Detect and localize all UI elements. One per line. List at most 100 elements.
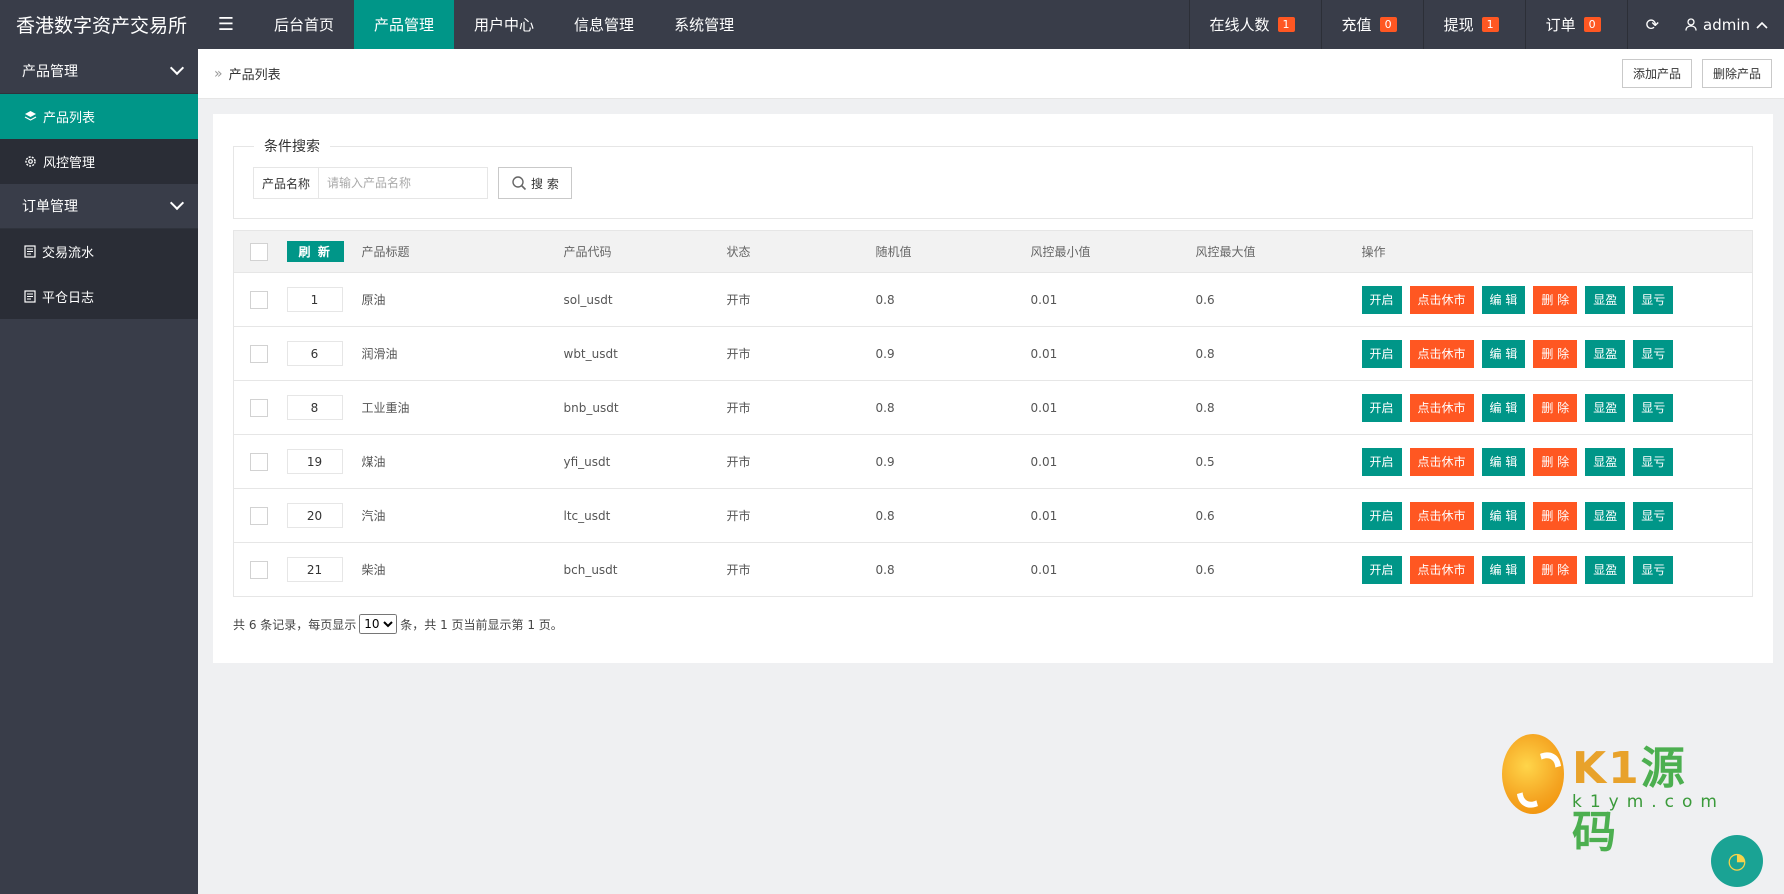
edit-button[interactable]: 编 辑 <box>1481 393 1526 422</box>
sort-input[interactable] <box>286 395 343 420</box>
delete-product-button[interactable]: 删除产品 <box>1701 59 1772 88</box>
sort-input[interactable] <box>286 503 343 528</box>
search-icon <box>512 176 527 191</box>
sidebar-group-product[interactable]: 产品管理 <box>0 49 198 94</box>
row-checkbox[interactable] <box>250 290 268 309</box>
close-market-button[interactable]: 点击休市 <box>1409 501 1474 530</box>
cell-max: 0.6 <box>1194 272 1361 327</box>
delete-button[interactable]: 删 除 <box>1533 339 1578 368</box>
chevron-up-icon <box>1756 21 1768 29</box>
recharge-label: 充值 <box>1341 16 1372 34</box>
nav-product[interactable]: 产品管理 <box>354 0 455 49</box>
nav-system[interactable]: 系统管理 <box>654 0 754 49</box>
delete-button[interactable]: 删 除 <box>1533 393 1578 422</box>
recharge-count[interactable]: 充值 0 <box>1320 0 1423 49</box>
show-profit-button[interactable]: 显盈 <box>1585 339 1626 368</box>
order-count[interactable]: 订单 0 <box>1524 0 1627 49</box>
open-button[interactable]: 开启 <box>1361 447 1402 476</box>
close-market-button[interactable]: 点击休市 <box>1409 393 1474 422</box>
online-badge: 1 <box>1277 17 1295 32</box>
row-checkbox[interactable] <box>250 344 268 363</box>
open-button[interactable]: 开启 <box>1361 285 1402 314</box>
row-actions: 开启 点击休市编 辑删 除显盈 显亏 <box>1361 393 1752 422</box>
sidebar-item-product-list[interactable]: 产品列表 <box>0 94 198 139</box>
edit-button[interactable]: 编 辑 <box>1481 339 1526 368</box>
sort-input[interactable] <box>286 449 343 474</box>
main-card: 条件搜索 产品名称 搜 索 刷 新 产品标题 产品代码 状态 随机值 风控最小值… <box>213 114 1773 663</box>
show-profit-button[interactable]: 显盈 <box>1585 501 1626 530</box>
cell-code: bnb_usdt <box>562 380 726 435</box>
col-code: 产品代码 <box>562 230 726 273</box>
edit-button[interactable]: 编 辑 <box>1481 501 1526 530</box>
cell-status: 开市 <box>725 272 875 327</box>
edit-button[interactable]: 编 辑 <box>1481 447 1526 476</box>
sort-input[interactable] <box>286 341 343 366</box>
row-select-cell <box>233 542 286 597</box>
sidebar-group-order[interactable]: 订单管理 <box>0 184 198 229</box>
sidebar-group-label: 产品管理 <box>22 64 78 80</box>
sort-cell <box>285 326 361 381</box>
nav-user[interactable]: 用户中心 <box>454 0 554 49</box>
nav-info[interactable]: 信息管理 <box>554 0 654 49</box>
open-button[interactable]: 开启 <box>1361 501 1402 530</box>
open-button[interactable]: 开启 <box>1361 339 1402 368</box>
product-name-label: 产品名称 <box>254 168 320 198</box>
sidebar-item-risk[interactable]: 风控管理 <box>0 139 198 184</box>
cell-title: 工业重油 <box>360 380 563 435</box>
edit-button[interactable]: 编 辑 <box>1481 555 1526 584</box>
per-page-select[interactable]: 10 <box>359 614 398 634</box>
row-checkbox[interactable] <box>250 398 268 417</box>
chevron-down-icon <box>169 195 185 211</box>
pagination: 共 6 条记录，每页显示 10 条，共 1 页当前显示第 1 页。 <box>233 614 563 634</box>
edit-button[interactable]: 编 辑 <box>1481 285 1526 314</box>
delete-button[interactable]: 删 除 <box>1533 285 1578 314</box>
show-profit-button[interactable]: 显盈 <box>1585 393 1626 422</box>
user-menu[interactable]: admin <box>1677 0 1784 49</box>
online-count[interactable]: 在线人数 1 <box>1188 0 1321 49</box>
close-market-button[interactable]: 点击休市 <box>1409 555 1474 584</box>
row-checkbox[interactable] <box>250 452 268 471</box>
cell-code: ltc_usdt <box>562 488 726 543</box>
select-all-checkbox[interactable] <box>250 242 268 261</box>
add-product-button[interactable]: 添加产品 <box>1621 59 1692 88</box>
refresh-icon[interactable]: ⟳ <box>1626 0 1677 49</box>
row-checkbox[interactable] <box>250 506 268 525</box>
menu-toggle-icon[interactable]: ☰ <box>198 0 254 49</box>
show-profit-button[interactable]: 显盈 <box>1585 447 1626 476</box>
show-profit-button[interactable]: 显盈 <box>1585 555 1626 584</box>
watermark-logo: K1源码 k1ym.com <box>1502 732 1722 858</box>
nav-home[interactable]: 后台首页 <box>254 0 354 49</box>
table-row: 柴油 bch_usdt 开市 0.8 0.01 0.6 开启点击休市编 辑删 除… <box>233 542 1753 597</box>
delete-button[interactable]: 删 除 <box>1533 447 1578 476</box>
sound-wave-icon[interactable]: ◔ <box>1711 835 1763 887</box>
close-market-button[interactable]: 点击休市 <box>1409 285 1474 314</box>
show-loss-button[interactable]: 显亏 <box>1633 339 1674 368</box>
row-select-cell <box>233 326 286 381</box>
show-loss-button[interactable]: 显亏 <box>1633 447 1674 476</box>
search-button[interactable]: 搜 索 <box>498 167 572 199</box>
refresh-button[interactable]: 刷 新 <box>286 241 344 262</box>
delete-button[interactable]: 删 除 <box>1533 555 1578 584</box>
show-loss-button[interactable]: 显亏 <box>1633 393 1674 422</box>
table-row: 原油 sol_usdt 开市 0.8 0.01 0.6 开启点击休市编 辑删 除… <box>233 272 1753 327</box>
withdraw-count[interactable]: 提现 1 <box>1422 0 1525 49</box>
show-loss-button[interactable]: 显亏 <box>1633 285 1674 314</box>
product-name-input[interactable] <box>319 168 488 198</box>
sort-input[interactable] <box>286 557 343 582</box>
sidebar-item-trades[interactable]: 交易流水 <box>0 229 198 274</box>
sort-input[interactable] <box>286 287 343 312</box>
sidebar: 产品管理 产品列表 风控管理 订单管理 交易流水 平仓日志 <box>0 49 198 894</box>
open-button[interactable]: 开启 <box>1361 393 1402 422</box>
show-loss-button[interactable]: 显亏 <box>1633 501 1674 530</box>
open-button[interactable]: 开启 <box>1361 555 1402 584</box>
close-market-button[interactable]: 点击休市 <box>1409 339 1474 368</box>
close-market-button[interactable]: 点击休市 <box>1409 447 1474 476</box>
double-chevron-icon: » <box>214 65 223 82</box>
row-checkbox[interactable] <box>250 560 268 579</box>
show-loss-button[interactable]: 显亏 <box>1633 555 1674 584</box>
show-profit-button[interactable]: 显盈 <box>1585 285 1626 314</box>
cell-min: 0.01 <box>1029 326 1195 381</box>
delete-button[interactable]: 删 除 <box>1533 501 1578 530</box>
sidebar-item-close-log[interactable]: 平仓日志 <box>0 274 198 319</box>
sort-cell <box>285 434 361 489</box>
